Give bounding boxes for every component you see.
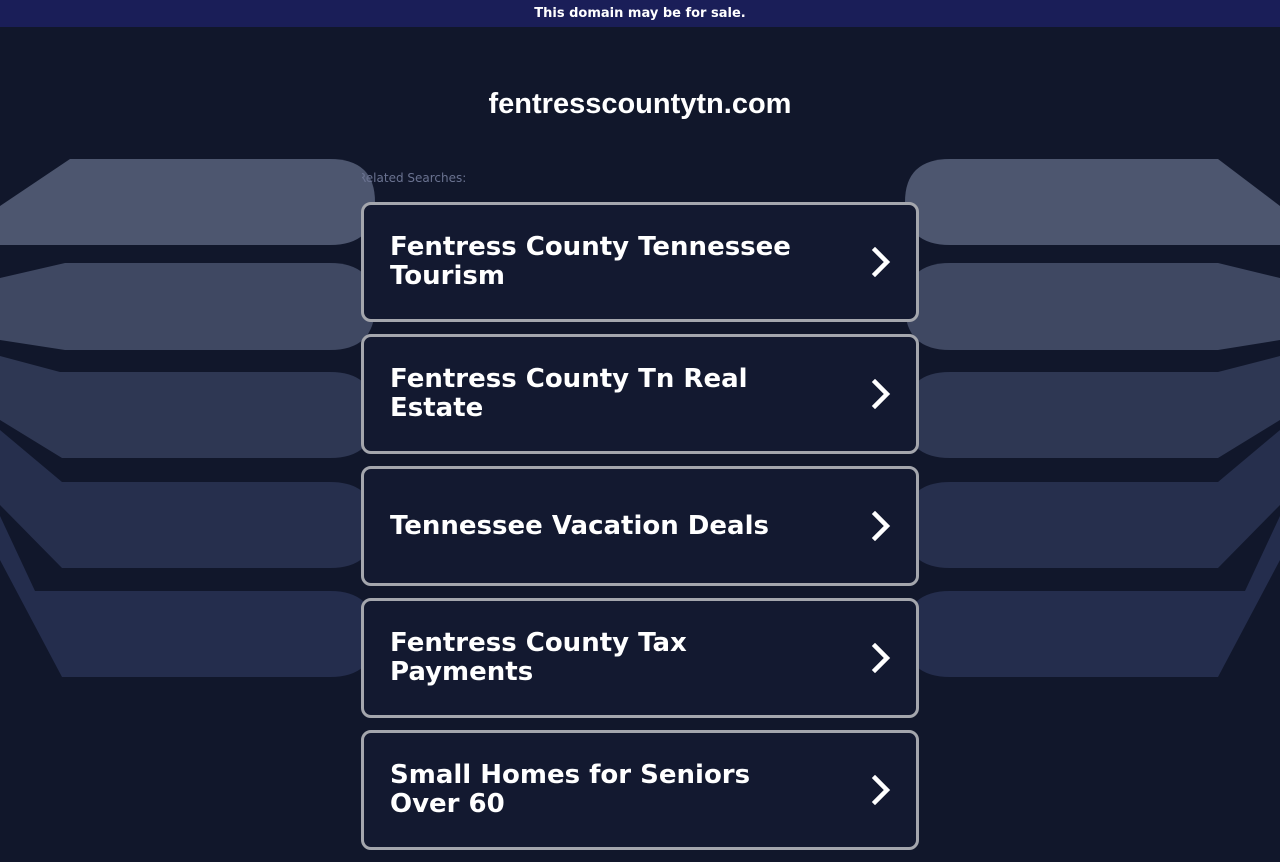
bg-band-2-right <box>905 263 1280 350</box>
chevron-right-icon <box>871 643 891 673</box>
chevron-right-icon <box>871 247 891 277</box>
related-search-label: Fentress County Tax Payments <box>390 628 687 687</box>
related-search-label: Fentress County Tennessee Tourism <box>390 232 791 291</box>
domain-sale-banner[interactable]: This domain may be for sale. <box>0 0 1280 27</box>
related-searches-label: Related Searches: <box>362 171 467 185</box>
bg-band-2-left <box>0 263 375 350</box>
bg-band-1-left <box>0 159 375 245</box>
related-search-label: Fentress County Tn Real Estate <box>390 364 748 423</box>
related-search-link[interactable]: Tennessee Vacation Deals <box>361 466 919 586</box>
bg-band-1-right <box>905 159 1280 245</box>
related-search-list: Fentress County Tennessee Tourism Fentre… <box>361 202 919 862</box>
domain-title: fentresscountytn.com <box>488 88 792 120</box>
bg-band-3-left <box>0 356 375 458</box>
chevron-right-icon <box>871 775 891 805</box>
related-search-link[interactable]: Small Homes for Seniors Over 60 <box>361 730 919 850</box>
related-search-label: Small Homes for Seniors Over 60 <box>390 760 751 819</box>
chevron-right-icon <box>871 511 891 541</box>
related-search-link[interactable]: Fentress County Tax Payments <box>361 598 919 718</box>
related-search-link[interactable]: Fentress County Tennessee Tourism <box>361 202 919 322</box>
related-search-label: Tennessee Vacation Deals <box>390 510 769 541</box>
bg-band-3-right <box>905 356 1280 458</box>
chevron-right-icon <box>871 379 891 409</box>
related-search-link[interactable]: Fentress County Tn Real Estate <box>361 334 919 454</box>
